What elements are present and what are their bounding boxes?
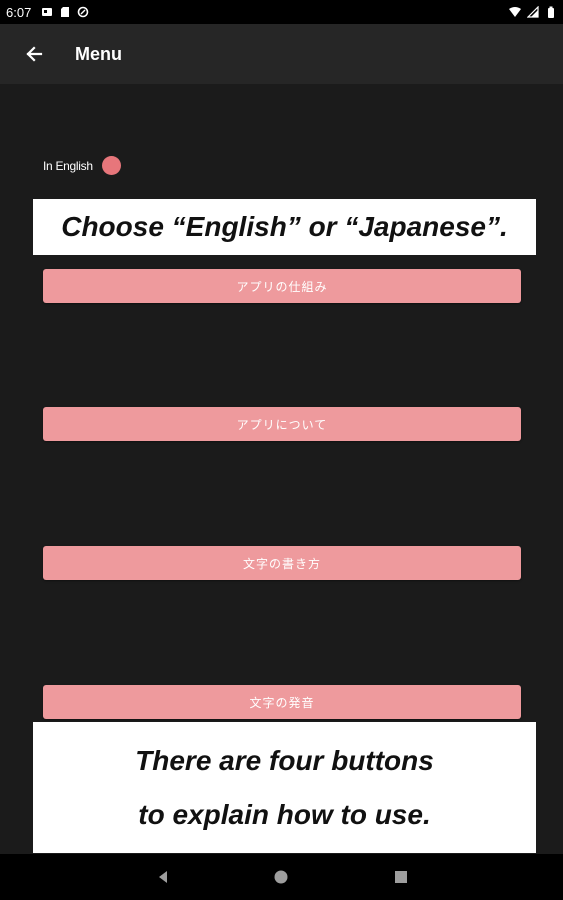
language-row: In English [43, 156, 121, 175]
page-title: Menu [75, 43, 122, 64]
caption-bottom-line-2: to explain how to use. [138, 798, 431, 830]
sd-card-icon [61, 7, 70, 17]
wifi-icon [509, 7, 521, 17]
back-button[interactable] [14, 34, 54, 74]
navigation-bar [0, 854, 563, 900]
language-toggle[interactable] [101, 156, 121, 175]
nav-home-icon[interactable] [273, 869, 289, 885]
status-time: 6:07 [6, 4, 32, 20]
signal-icon [527, 6, 539, 18]
data-saver-icon [78, 6, 89, 18]
caption-top: Choose “English” or “Japanese”. [33, 199, 536, 255]
caption-bottom: There are four buttons to explain how to… [33, 722, 536, 853]
status-bar: 6:07 [0, 0, 563, 24]
battery-icon [548, 6, 554, 18]
arrow-left-icon [26, 46, 43, 62]
nav-back-icon[interactable] [155, 869, 171, 885]
caption-bottom-line-1: There are four buttons [135, 744, 434, 776]
nav-recent-apps-icon[interactable] [393, 869, 409, 885]
about-app-button[interactable]: アプリについて [43, 407, 521, 441]
notification-icon [42, 8, 53, 16]
how-app-works-button[interactable]: アプリの仕組み [43, 269, 521, 303]
app-bar: Menu [0, 24, 563, 84]
language-label: In English [43, 158, 93, 173]
pronunciation-button[interactable]: 文字の発音 [43, 685, 521, 719]
how-to-write-button[interactable]: 文字の書き方 [43, 546, 521, 580]
